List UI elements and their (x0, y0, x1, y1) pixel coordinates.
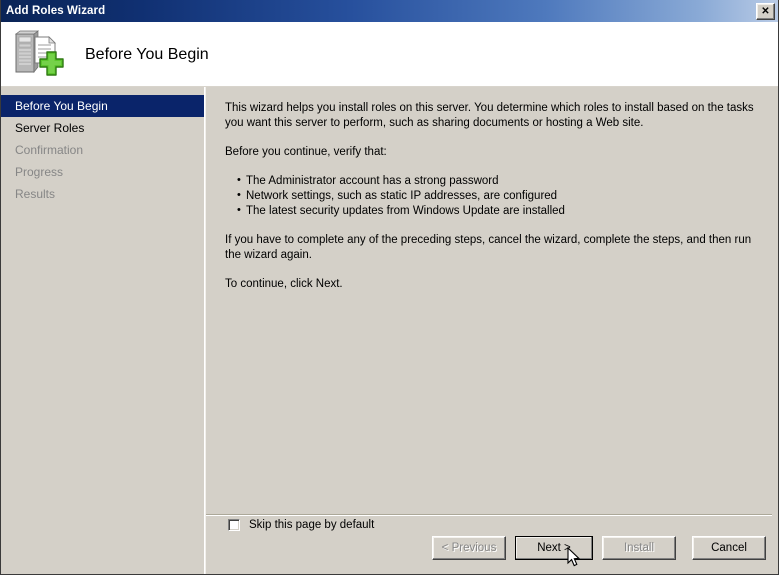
sidebar-item-progress: Progress (1, 161, 204, 183)
sidebar-item-label: Before You Begin (15, 99, 108, 113)
cancel-button[interactable]: Cancel (692, 536, 766, 560)
previous-button: < Previous (432, 536, 506, 560)
wizard-body: Before You Begin Server Roles Confirmati… (1, 87, 778, 574)
cancel-note-paragraph: If you have to complete any of the prece… (225, 234, 752, 261)
close-button[interactable]: ✕ (756, 3, 775, 20)
add-roles-wizard-window: Add Roles Wizard ✕ Before You Begin Befo… (0, 0, 779, 575)
wizard-footer: < Previous Next > Install Cancel (206, 522, 778, 574)
sidebar-item-confirmation: Confirmation (1, 139, 204, 161)
continue-note-paragraph: To continue, click Next. (225, 278, 343, 290)
cancel-button-label: Cancel (711, 542, 747, 554)
next-button-label: Next > (537, 542, 571, 554)
wizard-step-list: Before You Begin Server Roles Confirmati… (1, 87, 205, 574)
sidebar-item-before-you-begin[interactable]: Before You Begin (1, 95, 204, 117)
verify-heading: Before you continue, verify that: (225, 146, 387, 158)
previous-button-label: < Previous (441, 542, 497, 554)
next-button[interactable]: Next > (515, 536, 593, 560)
title-bar-buttons: ✕ (756, 3, 775, 20)
title-bar[interactable]: Add Roles Wizard ✕ (1, 0, 778, 23)
footer-divider (206, 514, 772, 516)
sidebar-item-results: Results (1, 183, 204, 205)
close-icon: ✕ (761, 5, 770, 17)
list-item: The Administrator account has a strong p… (237, 173, 762, 189)
sidebar-item-label: Server Roles (15, 121, 85, 135)
server-add-role-icon (13, 29, 67, 80)
wizard-content-pane: This wizard helps you install roles on t… (205, 87, 778, 574)
sidebar-item-label: Progress (15, 165, 64, 179)
sidebar-item-label: Confirmation (15, 143, 84, 157)
install-button-label: Install (623, 542, 655, 554)
list-item: The latest security updates from Windows… (237, 203, 762, 219)
sidebar-item-server-roles[interactable]: Server Roles (1, 117, 204, 139)
intro-paragraph: This wizard helps you install roles on t… (225, 102, 754, 129)
page-title: Before You Begin (85, 45, 209, 63)
install-button: Install (602, 536, 676, 560)
sidebar-item-label: Results (15, 187, 56, 201)
window-title: Add Roles Wizard (6, 5, 106, 17)
wizard-header: Before You Begin (1, 23, 778, 87)
list-item: Network settings, such as static IP addr… (237, 188, 762, 204)
prerequisite-list: The Administrator account has a strong p… (225, 173, 762, 219)
